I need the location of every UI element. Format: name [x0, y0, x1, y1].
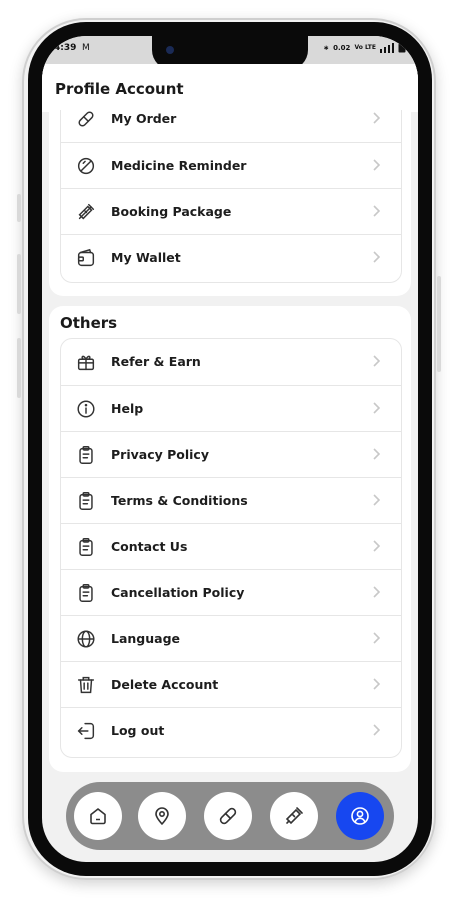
info-icon: [77, 400, 95, 418]
menu-row-delete-account[interactable]: Delete Account: [61, 661, 401, 707]
profile-icon: [351, 807, 369, 825]
nav-location-button[interactable]: [138, 792, 186, 840]
chevron-right-icon: [373, 205, 381, 217]
front-camera: [166, 46, 174, 54]
clipboard-icon: [79, 446, 93, 464]
menu-row-label: Cancellation Policy: [111, 585, 245, 600]
chevron-right-icon: [373, 678, 381, 690]
status-icons: ∗ 0.02 Vo LTE: [323, 42, 406, 53]
account-list: My Order Medicine Reminder Booking Packa…: [60, 96, 402, 283]
chevron-right-icon: [373, 355, 381, 367]
location-icon: [155, 807, 169, 825]
globe-icon: [77, 630, 95, 648]
menu-row-label: Log out: [111, 723, 165, 738]
logout-icon: [77, 722, 95, 740]
signal-icon: [380, 42, 394, 53]
battery-icon: [398, 43, 406, 53]
nav-booking-button[interactable]: [270, 792, 318, 840]
menu-row-label: Terms & Conditions: [111, 493, 248, 508]
chevron-right-icon: [373, 586, 381, 598]
menu-row-label: Booking Package: [111, 204, 232, 219]
menu-row-language[interactable]: Language: [61, 615, 401, 661]
menu-row-label: Contact Us: [111, 539, 188, 554]
chevron-right-icon: [373, 112, 381, 124]
home-icon: [90, 808, 106, 825]
menu-row-label: Help: [111, 401, 144, 416]
menu-row-log-out[interactable]: Log out: [61, 707, 401, 753]
others-title: Others: [60, 314, 118, 332]
others-list: Refer & Earn Help Privacy Policy Terms &…: [60, 338, 402, 758]
pill-icon: [78, 111, 94, 127]
chevron-right-icon: [373, 724, 381, 736]
chevron-right-icon: [373, 402, 381, 414]
status-time: 4:39: [54, 43, 77, 53]
power-button: [437, 276, 441, 372]
chevron-right-icon: [373, 632, 381, 644]
menu-row-cancellation-policy[interactable]: Cancellation Policy: [61, 569, 401, 615]
clipboard-icon: [79, 538, 93, 556]
bluetooth-icon: ∗: [323, 43, 330, 52]
nav-home-button[interactable]: [74, 792, 122, 840]
menu-row-terms-conditions[interactable]: Terms & Conditions: [61, 477, 401, 523]
chevron-right-icon: [373, 494, 381, 506]
menu-row-label: Delete Account: [111, 677, 219, 692]
syringe-icon: [78, 203, 95, 220]
mail-status-icon: M: [82, 43, 90, 53]
menu-row-privacy-policy[interactable]: Privacy Policy: [61, 431, 401, 477]
chevron-right-icon: [373, 540, 381, 552]
syringe-icon: [285, 807, 303, 825]
menu-row-booking-package[interactable]: Booking Package: [61, 188, 401, 234]
menu-row-label: My Wallet: [111, 250, 181, 265]
menu-row-my-wallet[interactable]: My Wallet: [61, 234, 401, 280]
nav-medicine-button[interactable]: [204, 792, 252, 840]
volume-down-button: [17, 338, 21, 398]
menu-row-label: Medicine Reminder: [111, 158, 247, 173]
menu-row-label: Language: [111, 631, 181, 646]
menu-row-help[interactable]: Help: [61, 385, 401, 431]
gift-icon: [77, 355, 95, 371]
lte-label: Vo LTE: [354, 44, 376, 51]
top-bar-overlay: Profile Account: [42, 64, 418, 110]
menu-row-label: My Order: [111, 111, 177, 126]
chevron-right-icon: [373, 251, 381, 263]
page-title-overlay: Profile Account: [55, 80, 184, 98]
capsule-icon: [77, 157, 95, 175]
pill-icon: [219, 807, 237, 825]
chevron-right-icon: [373, 159, 381, 171]
menu-row-medicine-reminder[interactable]: Medicine Reminder: [61, 142, 401, 188]
screen: 4:39 M ∗ 0.02 Vo LTE Profile Account My …: [42, 36, 418, 862]
menu-row-label: Privacy Policy: [111, 447, 209, 462]
wallet-icon: [77, 248, 95, 267]
clipboard-icon: [79, 492, 93, 510]
menu-row-refer-earn[interactable]: Refer & Earn: [61, 339, 401, 385]
chevron-right-icon: [373, 448, 381, 460]
bottom-nav: [66, 782, 394, 850]
clipboard-icon: [79, 584, 93, 602]
volume-up-button: [17, 254, 21, 314]
trash-icon: [77, 676, 95, 694]
menu-row-label: Refer & Earn: [111, 354, 201, 369]
net-speed: 0.02: [333, 43, 351, 52]
menu-row-contact-us[interactable]: Contact Us: [61, 523, 401, 569]
mute-switch: [17, 194, 21, 222]
nav-profile-button[interactable]: [336, 792, 384, 840]
